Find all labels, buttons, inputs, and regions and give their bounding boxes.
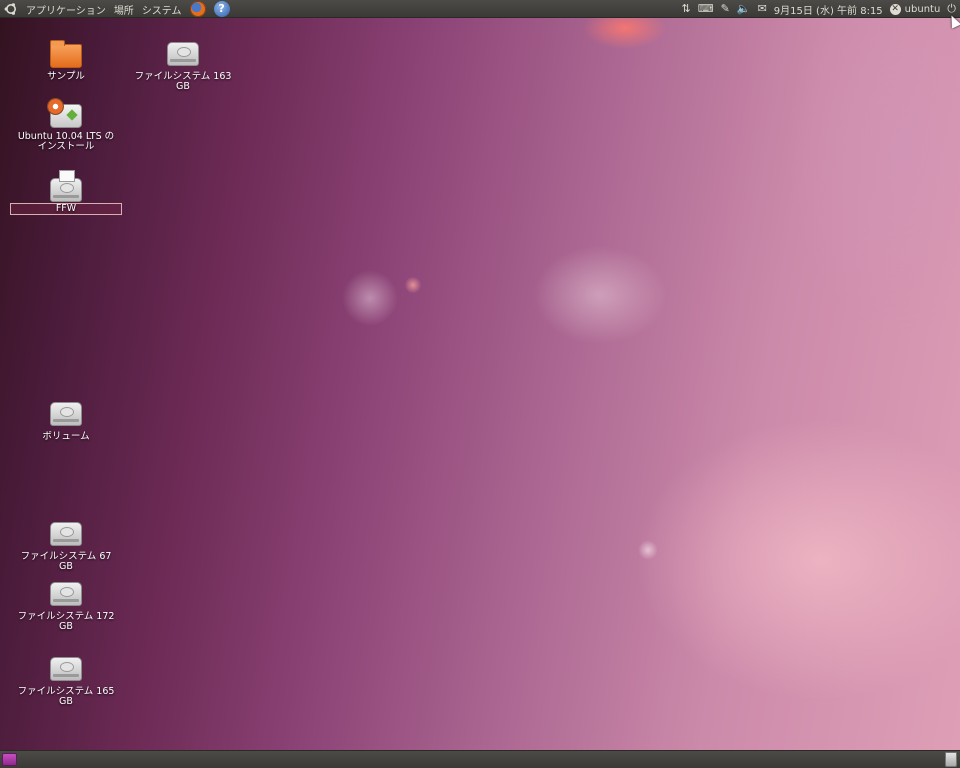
desktop-icon-label: ファイルシステム 67 GB <box>20 551 112 572</box>
desktop-icon-label: Ubuntu 10.04 LTS の インストール <box>17 131 115 152</box>
clock[interactable]: 9月15日 (水) 午前 8:15 <box>774 2 883 17</box>
hard-drive-icon <box>50 582 82 606</box>
desktop-icon-volume[interactable]: ボリューム <box>11 398 121 442</box>
show-desktop-icon[interactable] <box>2 753 17 766</box>
ubuntu-logo-icon[interactable] <box>4 2 18 16</box>
desktop-icon-filesystem-172gb[interactable]: ファイルシステム 172 GB <box>11 578 121 632</box>
desktop-icon-label: ファイルシステム 165 GB <box>17 686 115 707</box>
desktop-icon-label: ボリューム <box>42 431 90 442</box>
desktop-icon-label: ファイルシステム 172 GB <box>17 611 115 632</box>
desktop-icon-label: FFW <box>10 203 122 215</box>
keyboard-icon[interactable]: ⌨ <box>698 0 714 18</box>
network-icon[interactable]: ⇅ <box>682 0 691 18</box>
user-name: ubuntu <box>904 3 941 15</box>
desktop-icon-ffw[interactable]: FFW <box>10 170 122 215</box>
paper-icon <box>59 170 75 182</box>
top-panel-left: アプリケーション 場所 システム ? <box>4 0 230 18</box>
update-notifier-icon[interactable]: ✎ <box>721 0 730 18</box>
hard-drive-icon <box>50 657 82 681</box>
desktop-icon-label: サンプル <box>47 71 85 82</box>
user-menu[interactable]: ✕ ubuntu <box>889 3 941 15</box>
desktop-icon-filesystem-67gb[interactable]: ファイルシステム 67 GB <box>11 518 121 572</box>
trash-icon[interactable] <box>945 752 957 767</box>
volume-icon[interactable]: 🔈 <box>737 0 751 18</box>
desktop-icon-sample-folder[interactable]: サンプル <box>11 38 121 82</box>
top-panel: アプリケーション 場所 システム ? ⇅ ⌨ ✎ 🔈 ✉ 9月15日 (水) 午… <box>0 0 960 18</box>
desktop-icon-filesystem-163gb[interactable]: ファイルシステム 163 GB <box>128 38 238 92</box>
bottom-panel <box>0 750 960 768</box>
ubuntu-installer-icon <box>47 98 82 128</box>
mail-icon[interactable]: ✉ <box>758 0 767 18</box>
folder-icon <box>50 40 82 68</box>
help-icon[interactable]: ? <box>213 1 230 17</box>
hard-drive-icon <box>50 522 82 546</box>
desktop-icon-install-ubuntu[interactable]: Ubuntu 10.04 LTS の インストール <box>11 98 121 152</box>
top-panel-right: ⇅ ⌨ ✎ 🔈 ✉ 9月15日 (水) 午前 8:15 ✕ ubuntu ⏻ <box>682 0 956 18</box>
desktop-icon-label: ファイルシステム 163 GB <box>134 71 232 92</box>
menu-places[interactable]: 場所 <box>114 2 134 17</box>
menu-system[interactable]: システム <box>142 2 182 17</box>
desktop-icon-filesystem-165gb[interactable]: ファイルシステム 165 GB <box>11 653 121 707</box>
menu-applications[interactable]: アプリケーション <box>26 2 106 17</box>
hard-drive-icon <box>50 402 82 426</box>
user-status-icon: ✕ <box>889 3 901 15</box>
hard-drive-icon <box>167 42 199 66</box>
firefox-icon[interactable] <box>189 1 206 17</box>
